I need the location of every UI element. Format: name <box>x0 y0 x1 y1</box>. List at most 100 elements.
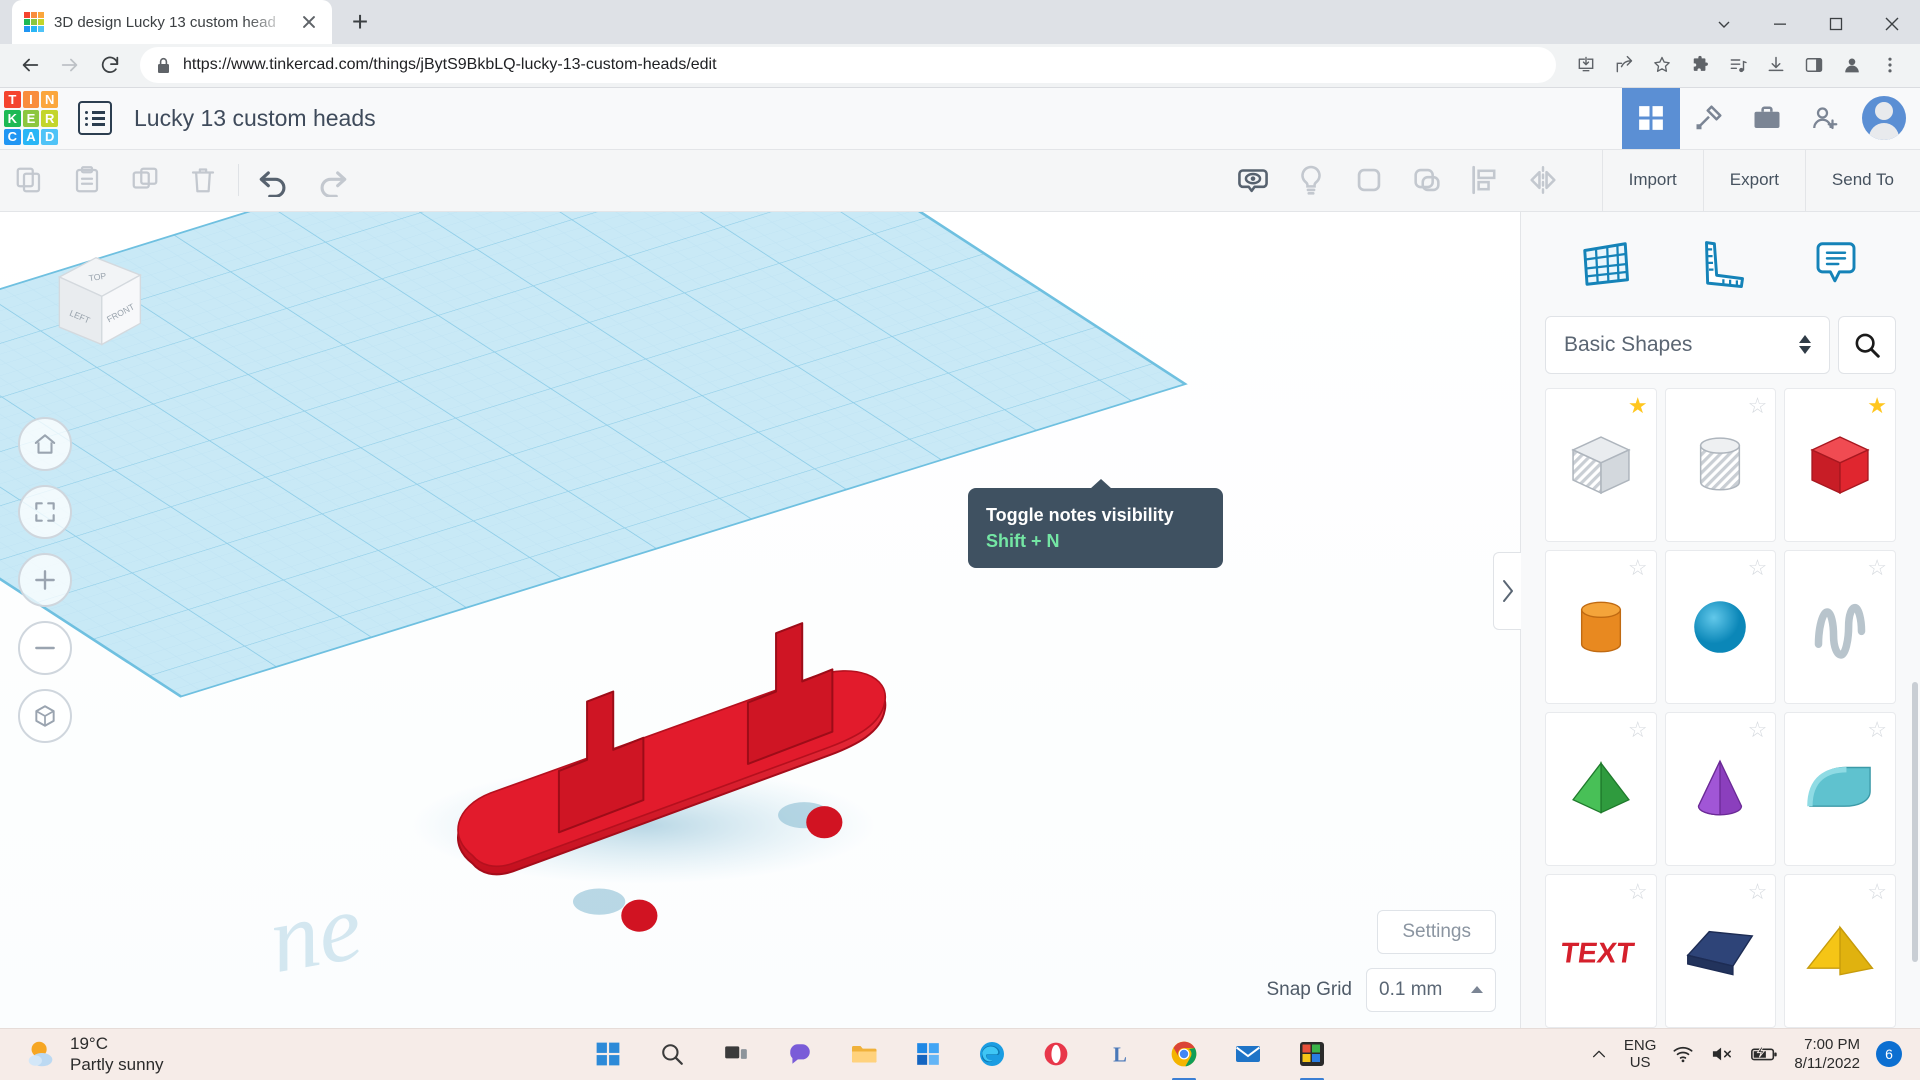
bookmark-star-icon[interactable] <box>1644 47 1680 83</box>
battery-charging-icon[interactable] <box>1750 1044 1778 1064</box>
close-tab-icon[interactable] <box>298 11 320 33</box>
copy-icon[interactable] <box>0 150 58 211</box>
reload-icon[interactable] <box>92 47 128 83</box>
star-icon[interactable]: ☆ <box>1748 718 1768 741</box>
shape-cell-orange-cylinder[interactable]: ☆ <box>1545 549 1657 704</box>
search-button[interactable] <box>1838 315 1896 374</box>
profile-icon[interactable] <box>1834 47 1870 83</box>
collapse-panel-button[interactable] <box>1493 551 1521 630</box>
shape-cell-purple-cone[interactable]: ☆ <box>1664 711 1777 866</box>
shape-cell-scribble[interactable]: ☆ <box>1784 549 1896 704</box>
codeblocks-pickaxe-icon[interactable] <box>1680 88 1738 149</box>
chrome-menu-icon[interactable] <box>1872 47 1908 83</box>
star-icon[interactable]: ☆ <box>1867 880 1887 903</box>
minimize-group-icon[interactable] <box>1696 0 1752 48</box>
ruler-icon[interactable] <box>1689 233 1751 295</box>
mirror-flip-icon[interactable] <box>1514 150 1572 211</box>
close-window-icon[interactable] <box>1864 0 1920 48</box>
shape-cell-navy-wedge[interactable]: ☆ <box>1664 873 1777 1028</box>
photos-icon[interactable] <box>1288 1030 1336 1080</box>
paste-icon[interactable] <box>58 150 116 211</box>
wifi-icon[interactable] <box>1672 1044 1694 1064</box>
install-icon[interactable] <box>1568 47 1604 83</box>
avatar[interactable] <box>1862 96 1906 141</box>
group-shapes-icon[interactable] <box>1340 150 1398 211</box>
address-bar[interactable]: https://www.tinkercad.com/things/jBytS9B… <box>140 47 1556 84</box>
snap-grid-select[interactable]: 0.1 mm <box>1366 967 1496 1012</box>
shape-cell-cylinder[interactable]: ☆ <box>1664 387 1777 542</box>
delete-trash-icon[interactable] <box>174 150 232 211</box>
minimize-icon[interactable] <box>1752 0 1808 48</box>
media-control-icon[interactable] <box>1720 47 1756 83</box>
shape-cell-green-pyramid[interactable]: ☆ <box>1545 711 1657 866</box>
clock[interactable]: 7:00 PM 8/11/2022 <box>1794 1035 1860 1074</box>
shape-cell-red-box[interactable]: ★ <box>1784 387 1896 542</box>
browser-tab[interactable]: 3D design Lucky 13 custom head <box>12 0 332 44</box>
extensions-puzzle-icon[interactable] <box>1682 47 1718 83</box>
redo-icon[interactable] <box>303 150 361 211</box>
volume-muted-icon[interactable] <box>1710 1044 1734 1064</box>
chevron-up-icon[interactable] <box>1590 1045 1608 1063</box>
star-icon[interactable]: ☆ <box>1867 556 1887 579</box>
home-view-icon[interactable] <box>18 416 72 471</box>
shape-cell-blue-sphere[interactable]: ☆ <box>1664 549 1777 704</box>
chat-teams-icon[interactable] <box>776 1030 824 1078</box>
lightshot-icon[interactable]: L <box>1096 1030 1144 1078</box>
weather-widget[interactable]: 19°C Partly sunny <box>0 1033 164 1076</box>
note-icon[interactable] <box>1805 233 1867 295</box>
undo-icon[interactable] <box>245 150 303 211</box>
3d-canvas[interactable]: ne TOP LEFT FRONT Toggle notes visibilit… <box>0 211 1520 1028</box>
hide-light-bulb-icon[interactable] <box>1282 150 1340 211</box>
star-icon[interactable]: ☆ <box>1867 718 1887 741</box>
invite-person-icon[interactable] <box>1796 88 1854 149</box>
side-panel-icon[interactable] <box>1796 47 1832 83</box>
star-icon[interactable]: ☆ <box>1628 718 1648 741</box>
downloads-icon[interactable] <box>1758 47 1794 83</box>
edge-browser-icon[interactable] <box>968 1030 1016 1078</box>
view-cube[interactable]: TOP LEFT FRONT <box>38 250 154 358</box>
star-icon[interactable]: ★ <box>1628 394 1648 417</box>
gallery-grid-icon[interactable] <box>1622 87 1680 149</box>
zoom-in-icon[interactable] <box>18 552 72 607</box>
shape-cell-teal-roof[interactable]: ☆ <box>1784 711 1896 866</box>
star-icon[interactable]: ☆ <box>1748 394 1768 417</box>
shape-cell-red-text[interactable]: ☆ TEXT <box>1545 873 1657 1028</box>
star-icon[interactable]: ☆ <box>1628 556 1648 579</box>
zoom-out-icon[interactable] <box>18 620 72 675</box>
ungroup-shapes-icon[interactable] <box>1398 150 1456 211</box>
duplicate-icon[interactable] <box>116 150 174 211</box>
file-explorer-icon[interactable] <box>840 1030 888 1078</box>
align-icon[interactable] <box>1456 150 1514 211</box>
shape-category-select[interactable]: Basic Shapes <box>1545 315 1830 374</box>
workplane-icon[interactable] <box>1574 233 1636 295</box>
mail-icon[interactable] <box>1224 1030 1272 1078</box>
export-button[interactable]: Export <box>1704 149 1806 211</box>
classes-briefcase-icon[interactable] <box>1738 88 1796 149</box>
chrome-browser-icon[interactable] <box>1160 1030 1208 1080</box>
notification-badge[interactable]: 6 <box>1876 1041 1902 1068</box>
search-icon[interactable] <box>648 1030 696 1078</box>
new-tab-button[interactable] <box>340 2 380 42</box>
task-view-icon[interactable] <box>712 1030 760 1078</box>
toggle-notes-visibility-icon[interactable] <box>1224 150 1282 211</box>
fit-to-view-icon[interactable] <box>18 484 72 539</box>
language-indicator[interactable]: ENG US <box>1624 1037 1657 1072</box>
shape-cell-yellow-polygon[interactable]: ☆ <box>1784 873 1896 1028</box>
import-button[interactable]: Import <box>1603 149 1704 211</box>
star-icon[interactable]: ☆ <box>1748 556 1768 579</box>
orthographic-view-icon[interactable] <box>18 688 72 743</box>
maximize-icon[interactable] <box>1808 0 1864 48</box>
forward-icon[interactable] <box>52 47 88 83</box>
grid-menu-icon[interactable] <box>78 101 112 136</box>
panel-scrollbar[interactable] <box>1912 681 1918 962</box>
settings-button[interactable]: Settings <box>1377 909 1496 954</box>
start-windows-icon[interactable] <box>584 1030 632 1078</box>
shape-cell-box[interactable]: ★ <box>1545 387 1657 542</box>
star-icon[interactable]: ★ <box>1867 394 1887 417</box>
share-icon[interactable] <box>1606 47 1642 83</box>
microsoft-store-icon[interactable] <box>904 1030 952 1078</box>
tinkercad-logo[interactable]: T I N K E R C A D <box>4 91 58 146</box>
star-icon[interactable]: ☆ <box>1748 880 1768 903</box>
back-icon[interactable] <box>12 47 48 83</box>
send-to-button[interactable]: Send To <box>1806 150 1920 211</box>
